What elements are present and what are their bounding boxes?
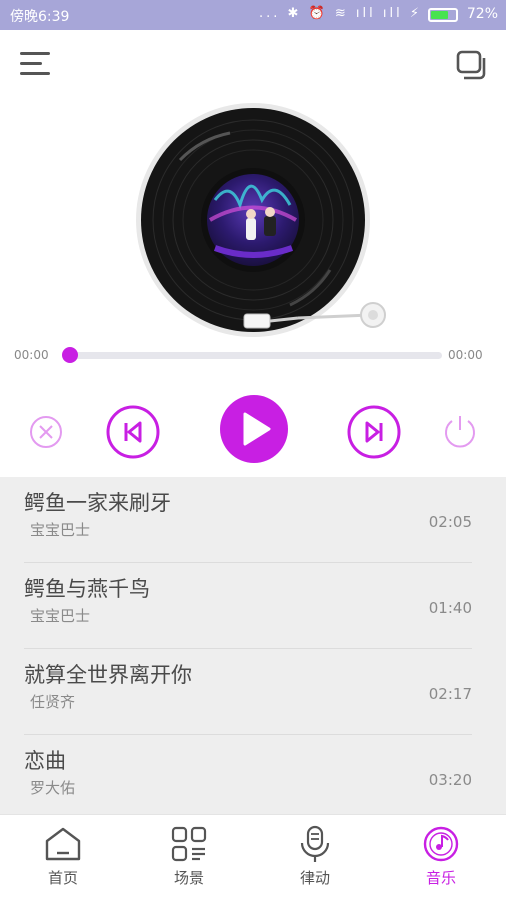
tab-label: 音乐 [425, 869, 456, 887]
battery-icon [428, 8, 458, 22]
song-duration: 01:40 [428, 599, 472, 617]
status-time: 傍晚6:39 [10, 9, 70, 25]
menu-button[interactable] [20, 50, 52, 78]
previous-button[interactable] [105, 404, 161, 464]
power-icon [445, 416, 475, 448]
close-button[interactable] [28, 414, 64, 454]
song-artist: 罗大佑 [30, 779, 76, 797]
battery-fill [431, 11, 449, 19]
song-title: 鳄鱼与燕千鸟 [24, 577, 150, 601]
progress-track[interactable] [70, 352, 442, 359]
play-button[interactable] [219, 394, 289, 468]
status-icons: ... ✱ ⏰ ≋ ıll ıll ⚡ [259, 6, 422, 21]
song-title: 鳄鱼一家来刷牙 [24, 491, 171, 515]
tab-music[interactable]: 音乐 [378, 815, 504, 900]
battery-percent: 72% [466, 6, 498, 22]
song-artist: 任贤齐 [30, 693, 76, 711]
song-title: 恋曲 [24, 749, 66, 773]
copy-button[interactable] [456, 50, 488, 80]
copy-icon [456, 50, 486, 80]
list-item[interactable]: 恋曲 罗大佑 03:20 [24, 735, 472, 814]
close-circle-icon [30, 416, 62, 448]
bottom-tab-bar: 首页 场景 律动 音乐 [0, 814, 506, 900]
tab-label: 场景 [173, 869, 204, 887]
next-button[interactable] [346, 404, 402, 464]
power-button[interactable] [440, 412, 480, 456]
vinyl-disc[interactable] [0, 100, 506, 350]
total-time: 00:00 [448, 348, 483, 362]
tab-label: 律动 [299, 869, 330, 887]
current-time: 00:00 [14, 348, 49, 362]
progress-thumb[interactable] [62, 347, 78, 363]
home-icon [45, 827, 81, 861]
progress-bar-area: 00:00 00:00 [0, 340, 506, 370]
skip-next-icon [347, 405, 401, 459]
song-duration: 02:17 [428, 685, 472, 703]
turntable [0, 100, 506, 350]
menu-icon-line [20, 72, 50, 75]
tab-home[interactable]: 首页 [0, 815, 126, 900]
play-icon [220, 395, 288, 463]
list-item[interactable]: 就算全世界离开你 任贤齐 02:17 [24, 649, 472, 735]
skip-previous-icon [106, 405, 160, 459]
song-title: 就算全世界离开你 [24, 663, 192, 687]
song-artist: 宝宝巴士 [30, 607, 91, 625]
tab-scene[interactable]: 场景 [126, 815, 252, 900]
scene-grid-icon [171, 826, 207, 862]
list-item[interactable]: 鳄鱼与燕千鸟 宝宝巴士 01:40 [24, 563, 472, 649]
status-bar: 傍晚6:39 ... ✱ ⏰ ≋ ıll ıll ⚡ 72% [0, 0, 506, 30]
playlist: 鳄鱼一家来刷牙 宝宝巴士 02:05 鳄鱼与燕千鸟 宝宝巴士 01:40 就算全… [0, 477, 506, 814]
tab-label: 首页 [47, 869, 78, 887]
tab-rhythm[interactable]: 律动 [252, 815, 378, 900]
player-controls [0, 392, 506, 472]
microphone-icon [300, 825, 330, 862]
song-duration: 02:05 [428, 513, 472, 531]
menu-icon [20, 52, 50, 55]
menu-icon-line [20, 62, 42, 65]
music-disc-icon [423, 826, 459, 862]
song-artist: 宝宝巴士 [30, 521, 91, 539]
list-item[interactable]: 鳄鱼一家来刷牙 宝宝巴士 02:05 [24, 477, 472, 563]
song-duration: 03:20 [428, 771, 472, 789]
